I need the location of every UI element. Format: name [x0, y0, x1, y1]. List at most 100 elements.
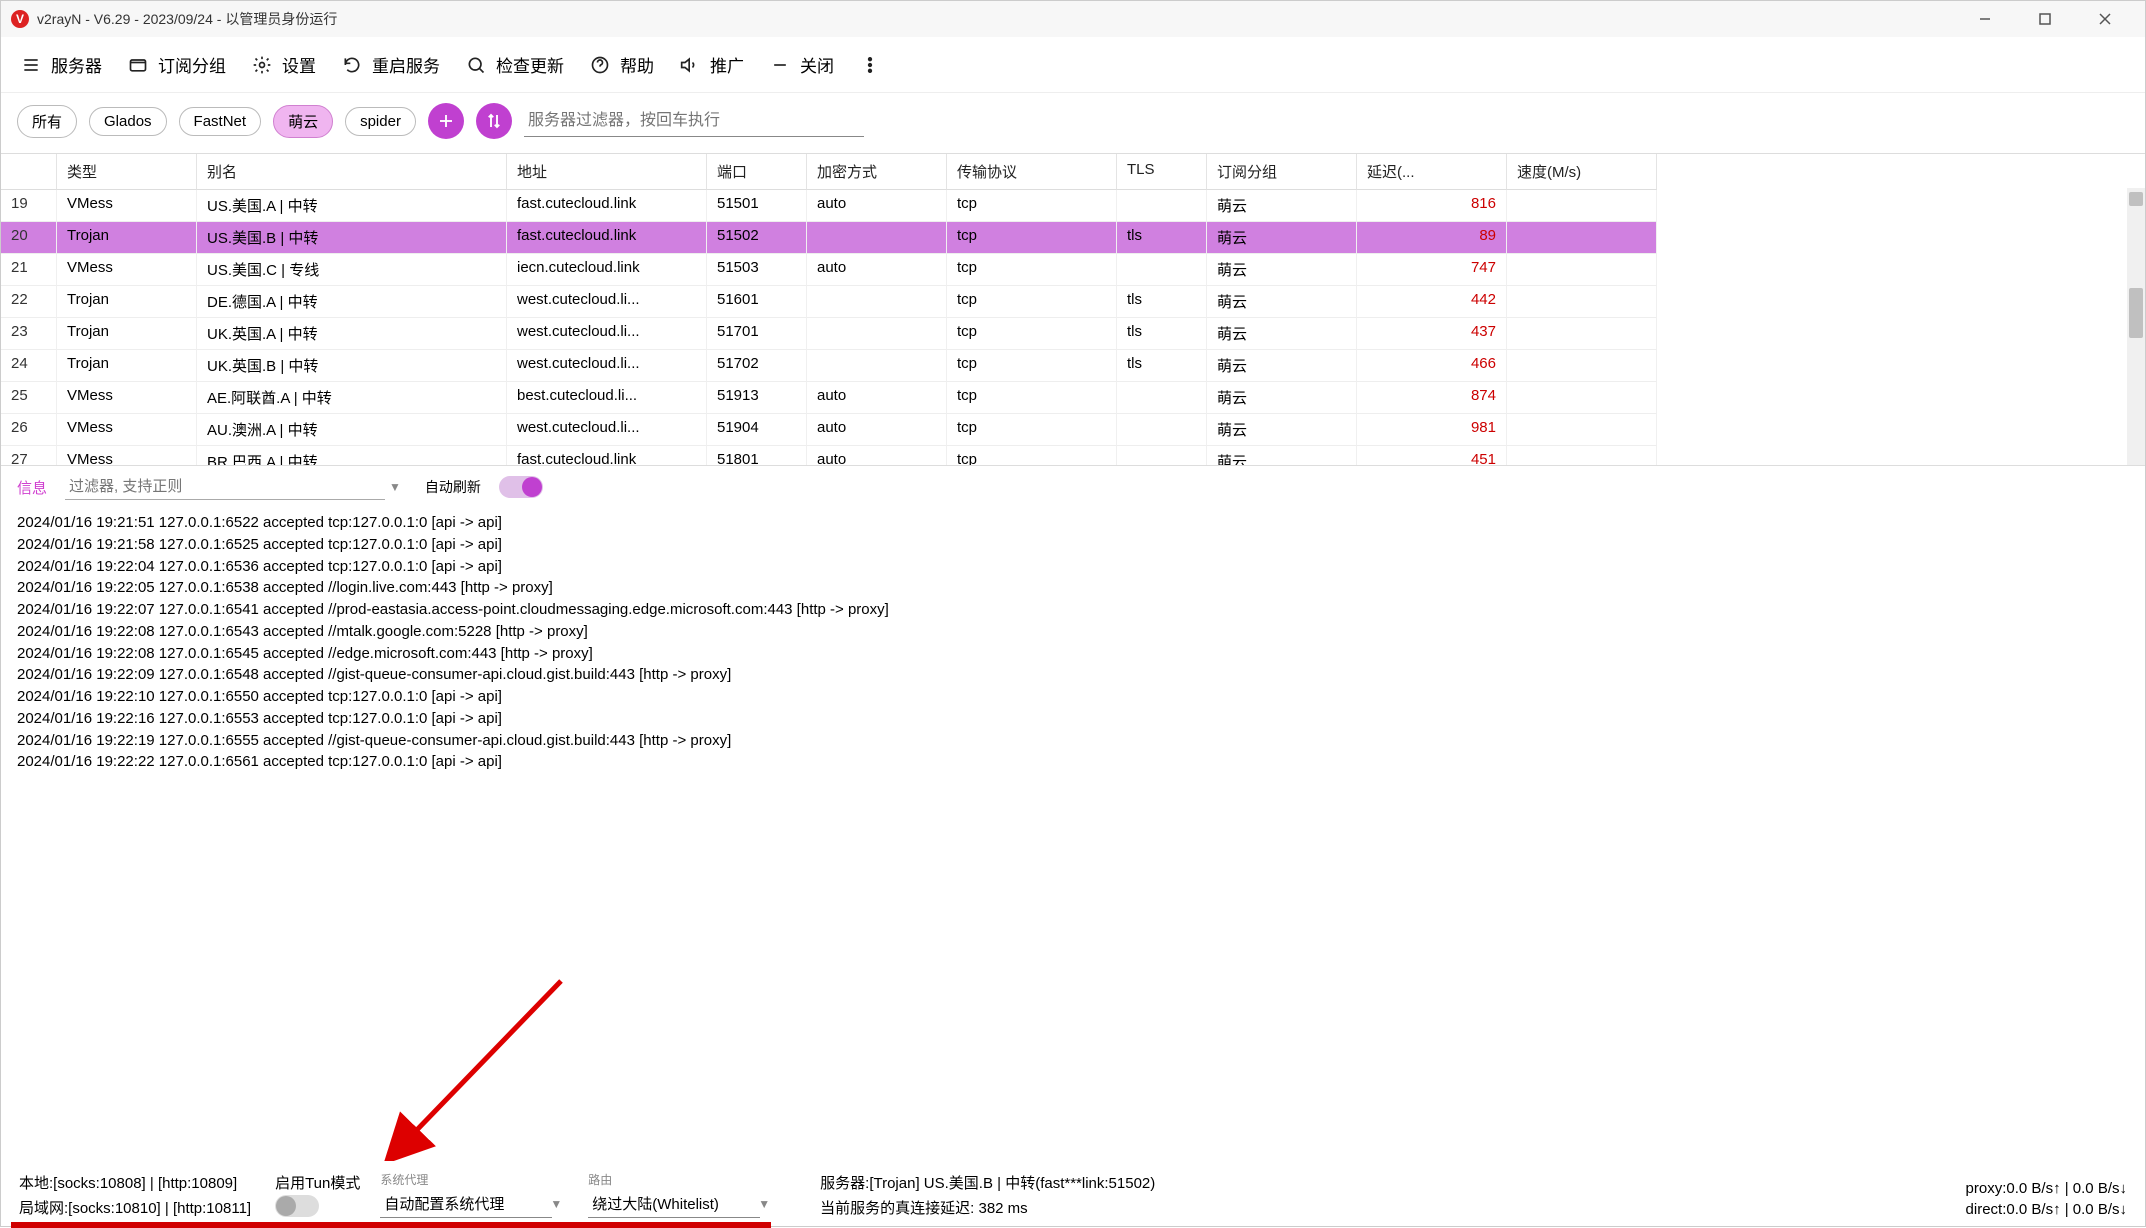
table-cell[interactable]: 51502: [707, 222, 807, 254]
restart-service-button[interactable]: 重启服务: [342, 52, 440, 77]
table-cell[interactable]: 萌云: [1207, 414, 1357, 446]
table-cell[interactable]: 442: [1357, 286, 1507, 318]
table-cell[interactable]: [1507, 318, 1657, 350]
table-cell[interactable]: west.cutecloud.li...: [507, 414, 707, 446]
close-app-button[interactable]: 关闭: [770, 52, 834, 77]
check-update-button[interactable]: 检查更新: [466, 52, 564, 77]
chip-glados[interactable]: Glados: [89, 107, 167, 136]
table-cell[interactable]: tcp: [947, 286, 1117, 318]
table-cell[interactable]: west.cutecloud.li...: [507, 350, 707, 382]
col-trans[interactable]: 传输协议: [947, 154, 1117, 190]
table-cell[interactable]: 816: [1357, 190, 1507, 222]
table-cell[interactable]: 51501: [707, 190, 807, 222]
table-cell[interactable]: tls: [1117, 350, 1207, 382]
table-cell[interactable]: 51904: [707, 414, 807, 446]
table-cell[interactable]: 451: [1357, 446, 1507, 465]
table-cell[interactable]: 89: [1357, 222, 1507, 254]
table-cell[interactable]: fast.cutecloud.link: [507, 190, 707, 222]
table-cell[interactable]: VMess: [57, 382, 197, 414]
table-cell[interactable]: [1507, 190, 1657, 222]
table-cell[interactable]: 981: [1357, 414, 1507, 446]
table-cell[interactable]: 27: [1, 446, 57, 465]
col-type[interactable]: 类型: [57, 154, 197, 190]
table-cell[interactable]: 19: [1, 190, 57, 222]
table-cell[interactable]: 23: [1, 318, 57, 350]
table-cell[interactable]: auto: [807, 254, 947, 286]
route-dropdown[interactable]: 绕过大陆(Whitelist): [588, 1190, 760, 1218]
table-cell[interactable]: 51701: [707, 318, 807, 350]
table-cell[interactable]: Trojan: [57, 350, 197, 382]
table-cell[interactable]: tcp: [947, 190, 1117, 222]
table-cell[interactable]: VMess: [57, 190, 197, 222]
table-cell[interactable]: 萌云: [1207, 222, 1357, 254]
table-cell[interactable]: west.cutecloud.li...: [507, 318, 707, 350]
table-cell[interactable]: US.美国.B | 中转: [197, 222, 507, 254]
table-cell[interactable]: [1117, 414, 1207, 446]
table-cell[interactable]: 466: [1357, 350, 1507, 382]
table-cell[interactable]: fast.cutecloud.link: [507, 222, 707, 254]
chip-mengyun[interactable]: 萌云: [273, 105, 333, 138]
subscription-group-menu[interactable]: 订阅分组: [128, 52, 226, 77]
table-cell[interactable]: [1507, 222, 1657, 254]
table-cell[interactable]: 25: [1, 382, 57, 414]
chip-spider[interactable]: spider: [345, 107, 416, 136]
table-cell[interactable]: Trojan: [57, 222, 197, 254]
more-menu[interactable]: [860, 55, 880, 75]
table-cell[interactable]: 萌云: [1207, 254, 1357, 286]
table-cell[interactable]: 51601: [707, 286, 807, 318]
table-cell[interactable]: AE.阿联酋.A | 中转: [197, 382, 507, 414]
table-cell[interactable]: BR.巴西.A | 中转: [197, 446, 507, 465]
table-cell[interactable]: 26: [1, 414, 57, 446]
table-cell[interactable]: 21: [1, 254, 57, 286]
table-cell[interactable]: 51503: [707, 254, 807, 286]
table-cell[interactable]: [1117, 254, 1207, 286]
table-cell[interactable]: 51801: [707, 446, 807, 465]
close-window-button[interactable]: [2075, 1, 2135, 37]
col-rownum[interactable]: [1, 154, 57, 190]
table-cell[interactable]: [1507, 414, 1657, 446]
auto-refresh-toggle[interactable]: [499, 476, 543, 498]
table-cell[interactable]: 萌云: [1207, 190, 1357, 222]
table-cell[interactable]: best.cutecloud.li...: [507, 382, 707, 414]
table-cell[interactable]: 747: [1357, 254, 1507, 286]
add-subscription-button[interactable]: [428, 103, 464, 139]
table-cell[interactable]: tcp: [947, 446, 1117, 465]
servers-menu[interactable]: 服务器: [21, 52, 102, 77]
table-cell[interactable]: 51913: [707, 382, 807, 414]
table-cell[interactable]: fast.cutecloud.link: [507, 446, 707, 465]
table-cell[interactable]: [807, 350, 947, 382]
scroll-up-arrow[interactable]: [2129, 192, 2143, 206]
table-cell[interactable]: AU.澳洲.A | 中转: [197, 414, 507, 446]
settings-menu[interactable]: 设置: [252, 52, 316, 77]
table-cell[interactable]: 51702: [707, 350, 807, 382]
table-cell[interactable]: [1117, 382, 1207, 414]
table-cell[interactable]: VMess: [57, 414, 197, 446]
table-cell[interactable]: [1117, 446, 1207, 465]
table-cell[interactable]: VMess: [57, 446, 197, 465]
table-cell[interactable]: [807, 318, 947, 350]
table-cell[interactable]: 24: [1, 350, 57, 382]
table-cell[interactable]: US.美国.C | 专线: [197, 254, 507, 286]
table-cell[interactable]: tcp: [947, 382, 1117, 414]
table-cell[interactable]: auto: [807, 446, 947, 465]
table-cell[interactable]: [807, 222, 947, 254]
table-cell[interactable]: iecn.cutecloud.link: [507, 254, 707, 286]
table-cell[interactable]: VMess: [57, 254, 197, 286]
table-cell[interactable]: 萌云: [1207, 286, 1357, 318]
table-cell[interactable]: 萌云: [1207, 350, 1357, 382]
table-cell[interactable]: auto: [807, 382, 947, 414]
table-cell[interactable]: US.美国.A | 中转: [197, 190, 507, 222]
chip-all[interactable]: 所有: [17, 105, 77, 138]
table-cell[interactable]: UK.英国.A | 中转: [197, 318, 507, 350]
table-cell[interactable]: tls: [1117, 286, 1207, 318]
maximize-button[interactable]: [2015, 1, 2075, 37]
table-cell[interactable]: 20: [1, 222, 57, 254]
table-cell[interactable]: [1507, 382, 1657, 414]
table-cell[interactable]: [1507, 254, 1657, 286]
minimize-button[interactable]: [1955, 1, 2015, 37]
table-cell[interactable]: DE.德国.A | 中转: [197, 286, 507, 318]
table-cell[interactable]: [1507, 286, 1657, 318]
table-cell[interactable]: Trojan: [57, 286, 197, 318]
table-cell[interactable]: west.cutecloud.li...: [507, 286, 707, 318]
log-filter-input[interactable]: [65, 474, 385, 500]
